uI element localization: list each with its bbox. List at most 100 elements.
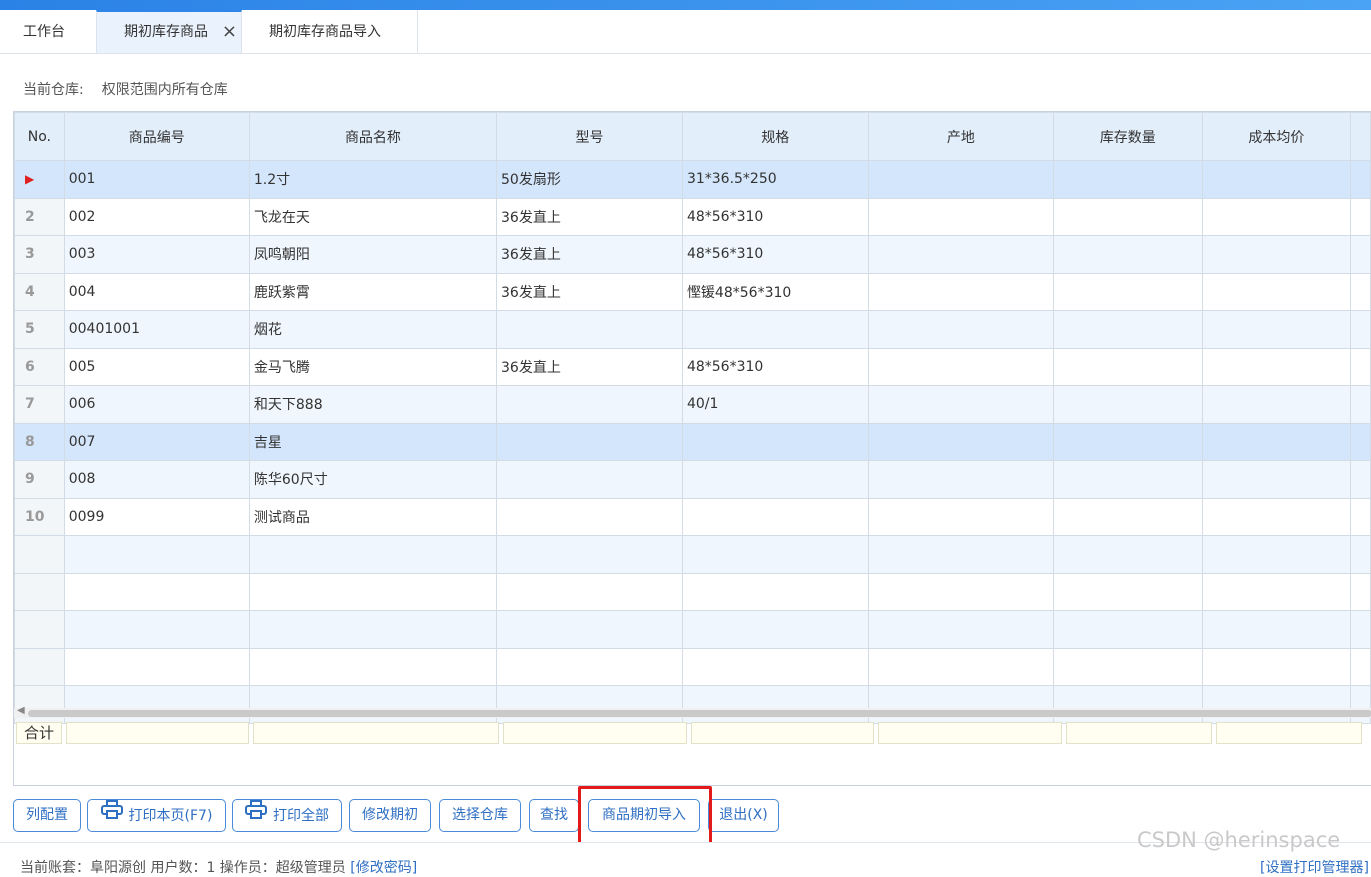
cell-cost[interactable] xyxy=(1201,160,1352,199)
table-row[interactable]: 4 004 鹿跃紫霄 36发直上 慳锾48*56*310 xyxy=(14,272,1371,311)
cell-name[interactable]: 吉星 xyxy=(248,422,498,461)
cell-cost[interactable] xyxy=(1201,235,1352,274)
table-row[interactable] xyxy=(14,572,1371,611)
table-row[interactable]: 8 007 吉星 xyxy=(14,422,1371,461)
cell-name[interactable]: 陈华60尺寸 xyxy=(248,460,498,499)
cell-cost[interactable] xyxy=(1201,385,1352,424)
table-row[interactable]: 10 0099 测试商品 xyxy=(14,497,1371,536)
cell-cost[interactable] xyxy=(1201,460,1352,499)
cell-name[interactable] xyxy=(248,647,498,686)
table-row[interactable]: 5 00401001 烟花 xyxy=(14,310,1371,349)
table-row[interactable] xyxy=(14,535,1371,574)
horizontal-scrollbar[interactable]: ◀ xyxy=(14,705,1371,718)
cell-name[interactable] xyxy=(248,610,498,649)
cell-qty[interactable] xyxy=(1053,460,1203,499)
cell-cost[interactable] xyxy=(1201,310,1352,349)
cell-spec[interactable]: 31*36.5*250 xyxy=(681,160,869,199)
cell-name[interactable]: 鹿跃紫霄 xyxy=(248,272,498,311)
table-row[interactable]: 7 006 和天下888 40/1 xyxy=(14,385,1371,424)
cell-code[interactable]: 00401001 xyxy=(63,310,250,349)
cell-model[interactable]: 50发扇形 xyxy=(496,160,683,199)
cell-code[interactable]: 008 xyxy=(63,460,250,499)
cell-cost[interactable] xyxy=(1201,272,1352,311)
cell-code[interactable] xyxy=(63,647,250,686)
cell-code[interactable]: 004 xyxy=(63,272,250,311)
cell-model[interactable]: 36发直上 xyxy=(496,235,683,274)
cell-spec[interactable] xyxy=(681,460,869,499)
cell-model[interactable] xyxy=(496,535,683,574)
cell-origin[interactable] xyxy=(867,385,1055,424)
cell-spec[interactable]: 慳锾48*56*310 xyxy=(681,272,869,311)
cell-origin[interactable] xyxy=(867,572,1055,611)
edit-initial-button[interactable]: 修改期初 xyxy=(349,799,431,832)
cell-name[interactable]: 飞龙在天 xyxy=(248,197,498,236)
cell-origin[interactable] xyxy=(867,272,1055,311)
table-row[interactable]: 3 003 凤鸣朝阳 36发直上 48*56*310 xyxy=(14,235,1371,274)
cell-model[interactable] xyxy=(496,460,683,499)
cell-name[interactable] xyxy=(248,535,498,574)
table-row[interactable]: 2 002 飞龙在天 36发直上 48*56*310 xyxy=(14,197,1371,236)
cell-qty[interactable] xyxy=(1053,610,1203,649)
cell-name[interactable]: 烟花 xyxy=(248,310,498,349)
tab-initial-stock-import[interactable]: 期初库存商品导入 xyxy=(242,10,418,53)
cell-qty[interactable] xyxy=(1053,535,1203,574)
cell-spec[interactable] xyxy=(681,422,869,461)
column-header-origin[interactable]: 产地 xyxy=(867,112,1055,161)
cell-code[interactable]: 005 xyxy=(63,347,250,386)
cell-spec[interactable]: 48*56*310 xyxy=(681,235,869,274)
cell-cost[interactable] xyxy=(1201,610,1352,649)
cell-model[interactable] xyxy=(496,572,683,611)
cell-code[interactable]: 0099 xyxy=(63,497,250,536)
cell-spec[interactable] xyxy=(681,535,869,574)
scrollbar-thumb[interactable] xyxy=(28,710,1371,717)
cell-cost[interactable] xyxy=(1201,347,1352,386)
cell-name[interactable]: 1.2寸 xyxy=(248,160,498,199)
column-header-no[interactable]: No. xyxy=(14,112,65,161)
cell-name[interactable] xyxy=(248,572,498,611)
cell-qty[interactable] xyxy=(1053,310,1203,349)
column-header-qty[interactable]: 库存数量 xyxy=(1053,112,1203,161)
cell-code[interactable]: 003 xyxy=(63,235,250,274)
cell-origin[interactable] xyxy=(867,197,1055,236)
cell-cost[interactable] xyxy=(1201,422,1352,461)
table-row[interactable] xyxy=(14,610,1371,649)
print-manager-link[interactable]: [设置打印管理器] xyxy=(1260,857,1369,877)
cell-spec[interactable]: 48*56*310 xyxy=(681,197,869,236)
cell-spec[interactable] xyxy=(681,497,869,536)
cell-code[interactable]: 007 xyxy=(63,422,250,461)
print-all-button[interactable]: 打印全部 xyxy=(232,799,342,832)
cell-code[interactable] xyxy=(63,610,250,649)
cell-name[interactable]: 凤鸣朝阳 xyxy=(248,235,498,274)
cell-qty[interactable] xyxy=(1053,497,1203,536)
cell-origin[interactable] xyxy=(867,310,1055,349)
column-header-cost[interactable]: 成本均价 xyxy=(1201,112,1352,161)
cell-spec[interactable]: 48*56*310 xyxy=(681,347,869,386)
change-password-link[interactable]: [修改密码] xyxy=(350,860,417,876)
cell-name[interactable]: 测试商品 xyxy=(248,497,498,536)
cell-origin[interactable] xyxy=(867,160,1055,199)
cell-spec[interactable]: 40/1 xyxy=(681,385,869,424)
cell-code[interactable] xyxy=(63,535,250,574)
cell-origin[interactable] xyxy=(867,235,1055,274)
cell-model[interactable]: 36发直上 xyxy=(496,347,683,386)
column-config-button[interactable]: 列配置 xyxy=(13,799,81,832)
print-page-button[interactable]: 打印本页(F7) xyxy=(87,799,226,832)
cell-qty[interactable] xyxy=(1053,272,1203,311)
cell-qty[interactable] xyxy=(1053,160,1203,199)
table-row[interactable]: ▶ 001 1.2寸 50发扇形 31*36.5*250 xyxy=(14,160,1371,199)
table-row[interactable]: 9 008 陈华60尺寸 xyxy=(14,460,1371,499)
tab-initial-stock-products[interactable]: 期初库存商品 × xyxy=(96,10,242,53)
cell-cost[interactable] xyxy=(1201,535,1352,574)
cell-model[interactable] xyxy=(496,610,683,649)
table-row[interactable] xyxy=(14,647,1371,686)
cell-model[interactable] xyxy=(496,310,683,349)
cell-code[interactable]: 001 xyxy=(63,160,250,199)
cell-code[interactable]: 006 xyxy=(63,385,250,424)
cell-origin[interactable] xyxy=(867,460,1055,499)
cell-model[interactable] xyxy=(496,385,683,424)
cell-code[interactable] xyxy=(63,572,250,611)
column-header-name[interactable]: 商品名称 xyxy=(248,112,498,161)
column-header-model[interactable]: 型号 xyxy=(496,112,683,161)
cell-name[interactable]: 金马飞腾 xyxy=(248,347,498,386)
cell-code[interactable]: 002 xyxy=(63,197,250,236)
